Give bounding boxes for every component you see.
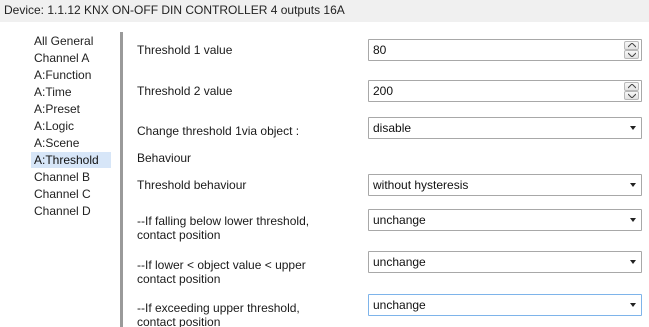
sidebar: All General Channel A A:Function A:Time … <box>0 22 120 327</box>
spin-down-button[interactable] <box>624 50 639 59</box>
between-label-line1: --If lower < object value < upper <box>137 258 306 272</box>
chevron-up-icon <box>628 84 636 89</box>
chevron-down-icon <box>628 93 636 98</box>
sidebar-item-a-time[interactable]: A:Time <box>34 84 72 100</box>
exceeding-label-line2: contact position <box>137 315 221 327</box>
sidebar-item-a-function[interactable]: A:Function <box>34 67 91 83</box>
dropdown-arrow-icon[interactable] <box>630 218 636 222</box>
threshold1-spinbox[interactable]: 80 <box>368 39 642 61</box>
dropdown-arrow-icon[interactable] <box>630 260 636 264</box>
threshold1-spin-buttons <box>624 41 639 59</box>
spin-up-button[interactable] <box>624 82 639 91</box>
threshold2-value[interactable]: 200 <box>373 84 393 98</box>
window-title: Device: 1.1.12 KNX ON-OFF DIN CONTROLLER… <box>0 0 649 22</box>
sidebar-item-channel-d[interactable]: Channel D <box>34 203 91 219</box>
between-value: unchange <box>373 255 426 269</box>
sidebar-item-all-general[interactable]: All General <box>34 33 93 49</box>
exceeding-label-line1: --If exceeding upper threshold, <box>137 301 300 315</box>
exceeding-select[interactable]: unchange <box>368 294 642 316</box>
falling-below-select[interactable]: unchange <box>368 209 642 231</box>
threshold2-spinbox[interactable]: 200 <box>368 80 642 102</box>
change-threshold-value: disable <box>373 121 412 135</box>
threshold1-label: Threshold 1 value <box>137 43 233 57</box>
threshold-behaviour-label: Threshold behaviour <box>137 178 247 192</box>
falling-below-value: unchange <box>373 213 426 227</box>
parameter-panel: Threshold 1 value 80 Threshold 2 value 2… <box>123 22 649 327</box>
threshold2-label: Threshold 2 value <box>137 84 233 98</box>
sidebar-item-a-preset[interactable]: A:Preset <box>34 101 80 117</box>
sidebar-item-channel-b[interactable]: Channel B <box>34 169 90 185</box>
threshold1-value[interactable]: 80 <box>373 43 386 57</box>
behaviour-heading: Behaviour <box>137 151 192 165</box>
chevron-down-icon <box>628 52 636 57</box>
sidebar-item-a-scene[interactable]: A:Scene <box>34 135 79 151</box>
between-select[interactable]: unchange <box>368 251 642 273</box>
change-threshold-select[interactable]: disable <box>368 117 642 139</box>
exceeding-value: unchange <box>373 298 426 312</box>
chevron-up-icon <box>628 43 636 48</box>
sidebar-item-a-logic[interactable]: A:Logic <box>34 118 74 134</box>
sidebar-item-a-threshold[interactable]: A:Threshold <box>31 152 111 168</box>
between-label-line2: contact position <box>137 272 221 286</box>
falling-below-label-line2: contact position <box>137 228 221 242</box>
main-frame: All General Channel A A:Function A:Time … <box>0 22 649 327</box>
threshold-behaviour-select[interactable]: without hysteresis <box>368 174 642 196</box>
dropdown-arrow-icon[interactable] <box>630 126 636 130</box>
sidebar-item-channel-c[interactable]: Channel C <box>34 186 91 202</box>
sidebar-item-channel-a[interactable]: Channel A <box>34 50 89 66</box>
dropdown-arrow-icon[interactable] <box>630 183 636 187</box>
threshold2-spin-buttons <box>624 82 639 100</box>
spin-down-button[interactable] <box>624 91 639 100</box>
change-threshold-label: Change threshold 1via object : <box>137 124 300 138</box>
dropdown-arrow-icon[interactable] <box>630 303 636 307</box>
spin-up-button[interactable] <box>624 41 639 50</box>
threshold-behaviour-value: without hysteresis <box>373 178 469 192</box>
falling-below-label-line1: --If falling below lower threshold, <box>137 214 310 228</box>
